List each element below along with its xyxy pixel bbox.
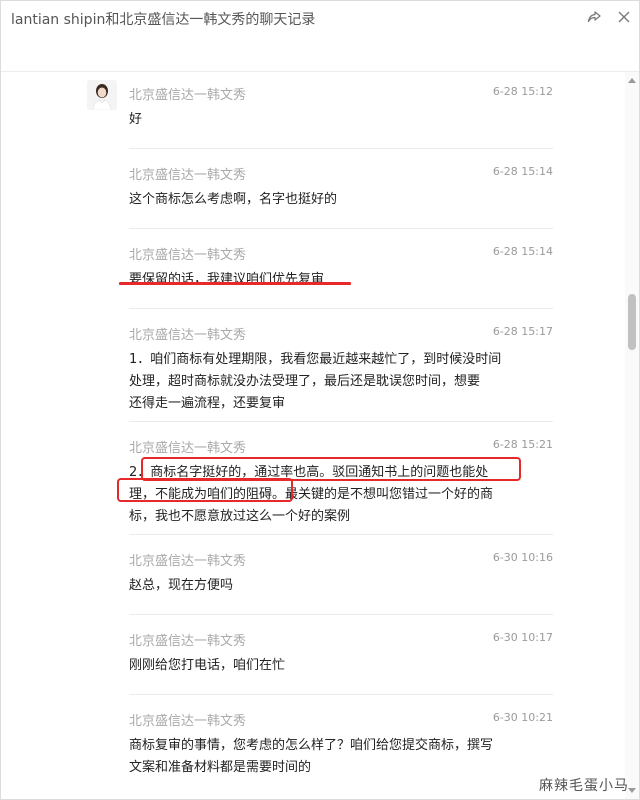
message-sender: 北京盛信达一韩文秀 (129, 168, 247, 183)
message-divider (129, 694, 553, 695)
message-item: 北京盛信达一韩文秀 6-30 10:17 刚刚给您打电话，咱们在忙 (129, 630, 553, 677)
message-text: 赵总，现在方便吗 (129, 578, 234, 593)
chat-history-window: lantian shipin和北京盛信达一韩文秀的聊天记录 北京盛信达一韩文秀 … (0, 0, 640, 800)
message-divider (129, 308, 553, 309)
message-text: 好 (129, 112, 143, 127)
scroll-up-icon[interactable] (628, 78, 636, 83)
message-sender: 北京盛信达一韩文秀 (129, 88, 247, 103)
message-time: 6-28 15:21 (492, 438, 553, 451)
message-text: 商标复审的事情，您考虑的怎么样了？咱们给您提交商标，撰写 文案和准备材料都是需要… (129, 738, 494, 775)
close-icon (618, 11, 630, 23)
message-time: 6-28 15:14 (492, 245, 553, 258)
message-time: 6-30 10:16 (492, 551, 553, 564)
scroll-down-icon[interactable] (628, 788, 636, 793)
message-divider (129, 534, 553, 535)
message-divider (129, 228, 553, 229)
message-time: 6-28 15:12 (492, 85, 553, 98)
message-divider (129, 421, 553, 422)
message-item: 北京盛信达一韩文秀 6-28 15:17 1．咱们商标有处理期限，我看您最近越来… (129, 324, 553, 415)
avatar-icon (87, 80, 117, 110)
message-time: 6-28 15:14 (492, 165, 553, 178)
window-title: lantian shipin和北京盛信达一韩文秀的聊天记录 (11, 12, 316, 28)
message-text: 这个商标怎么考虑啊，名字也挺好的 (129, 192, 338, 207)
message-item: 北京盛信达一韩文秀 6-28 15:12 好 (129, 84, 553, 131)
message-sender: 北京盛信达一韩文秀 (129, 554, 247, 569)
message-time: 6-28 15:17 (492, 325, 553, 338)
avatar (87, 80, 117, 110)
title-bar: lantian shipin和北京盛信达一韩文秀的聊天记录 (1, 1, 639, 35)
scrollbar-thumb[interactable] (628, 294, 636, 350)
message-sender: 北京盛信达一韩文秀 (129, 634, 247, 649)
message-sender: 北京盛信达一韩文秀 (129, 328, 247, 343)
message-sender: 北京盛信达一韩文秀 (129, 714, 247, 729)
message-item: 北京盛信达一韩文秀 6-28 15:14 这个商标怎么考虑啊，名字也挺好的 (129, 164, 553, 211)
message-list[interactable]: 北京盛信达一韩文秀 6-28 15:12 好 北京盛信达一韩文秀 6-28 15… (1, 72, 625, 799)
share-button[interactable] (583, 7, 605, 27)
highlight-box (117, 478, 293, 502)
message-item: 北京盛信达一韩文秀 6-30 10:16 赵总，现在方便吗 (129, 550, 553, 597)
message-text: 要保留的话，我建议咱们优先复审 (129, 272, 325, 287)
share-icon (587, 11, 601, 23)
vertical-scrollbar[interactable] (625, 72, 639, 799)
message-divider (129, 148, 553, 149)
message-divider (129, 614, 553, 615)
highlight-underline (119, 282, 351, 285)
message-text: 刚刚给您打电话，咱们在忙 (129, 658, 286, 673)
close-button[interactable] (613, 7, 635, 27)
message-time: 6-30 10:21 (492, 711, 553, 724)
message-time: 6-30 10:17 (492, 631, 553, 644)
message-item: 北京盛信达一韩文秀 6-30 10:21 商标复审的事情，您考虑的怎么样了？咱们… (129, 710, 553, 779)
watermark: 麻辣毛蛋小马 (539, 778, 629, 794)
message-text: 1．咱们商标有处理期限，我看您最近越来越忙了，到时候没时间 处理，超时商标就没办… (129, 352, 502, 411)
message-sender: 北京盛信达一韩文秀 (129, 441, 247, 456)
message-sender: 北京盛信达一韩文秀 (129, 248, 247, 263)
